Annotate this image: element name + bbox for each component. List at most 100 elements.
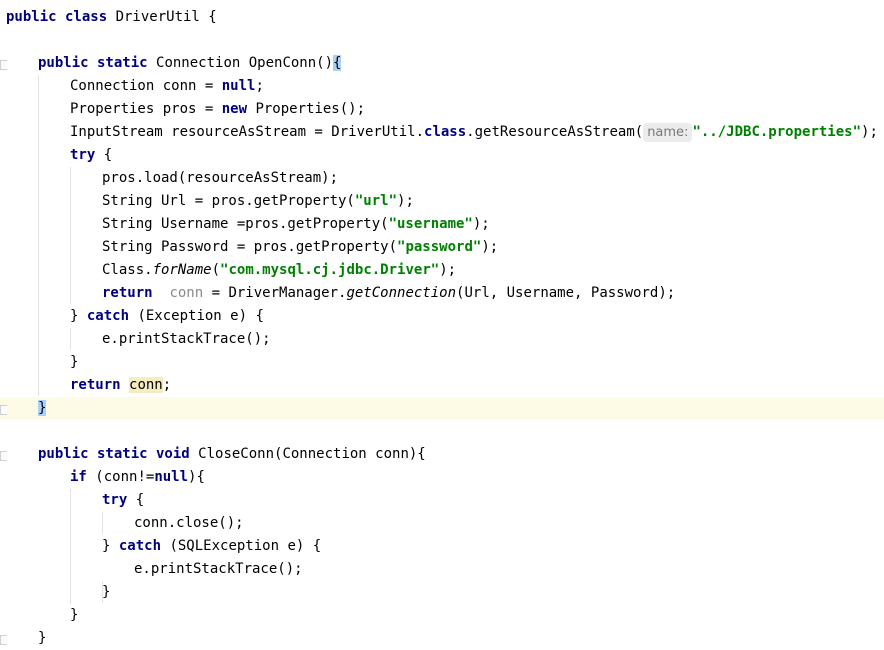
- code-line[interactable]: String Password = pros.getProperty("pass…: [0, 236, 884, 259]
- code-line[interactable]: public class DriverUtil {: [0, 6, 884, 29]
- code-token: );: [397, 193, 414, 209]
- code-token: Class.: [102, 262, 153, 278]
- code-token: "username": [388, 216, 473, 232]
- code-token: }: [70, 354, 79, 370]
- code-line[interactable]: Connection conn = null;: [0, 75, 884, 98]
- code-token: .getResourceAsStream(: [466, 124, 644, 140]
- code-token: "../JDBC.properties": [692, 124, 862, 140]
- indent-guide: [70, 328, 71, 350]
- code-text: return conn;: [70, 374, 171, 397]
- code-line[interactable]: InputStream resourceAsStream = DriverUti…: [0, 121, 884, 144]
- code-token: "url": [354, 193, 398, 209]
- code-text: Properties pros = new Properties();: [70, 98, 365, 121]
- code-token: e.printStackTrace();: [102, 331, 271, 347]
- code-editor[interactable]: public class DriverUtil { public static C…: [0, 0, 884, 650]
- code-token: (Exception e) {: [137, 308, 264, 324]
- fold-marker-icon[interactable]: [0, 635, 7, 645]
- code-text: String Password = pros.getProperty("pass…: [102, 236, 498, 259]
- code-line[interactable]: try {: [0, 489, 884, 512]
- code-line[interactable]: return conn;: [0, 374, 884, 397]
- code-text: if (conn!=null){: [70, 466, 205, 489]
- code-line[interactable]: e.printStackTrace();: [0, 328, 884, 351]
- code-line[interactable]: }: [0, 604, 884, 627]
- code-token: conn: [129, 377, 163, 393]
- fold-marker-icon[interactable]: [0, 60, 7, 70]
- code-token: "com.mysql.cj.jdbc.Driver": [220, 262, 440, 278]
- code-line[interactable]: }: [0, 351, 884, 374]
- code-line[interactable]: } catch (Exception e) {: [0, 305, 884, 328]
- code-token: InputStream resourceAsStream = DriverUti…: [70, 124, 425, 140]
- code-text: pros.load(resourceAsStream);: [102, 167, 338, 190]
- code-line-current[interactable]: }: [0, 397, 884, 420]
- code-token: ;: [255, 78, 264, 94]
- code-token: try: [102, 492, 136, 508]
- code-text: }: [70, 604, 78, 627]
- code-line[interactable]: String Url = pros.getProperty("url");: [0, 190, 884, 213]
- code-line[interactable]: try {: [0, 144, 884, 167]
- code-text: String Username =pros.getProperty("usern…: [102, 213, 490, 236]
- code-token: ){: [188, 469, 205, 485]
- code-token: Connection OpenConn(): [156, 55, 334, 71]
- indent-guide: [38, 75, 39, 396]
- code-token: conn.close();: [134, 515, 244, 531]
- code-token: }: [70, 308, 87, 324]
- code-line[interactable]: }: [0, 627, 884, 650]
- code-token: forName: [152, 262, 212, 278]
- code-token: }: [102, 584, 111, 600]
- code-line[interactable]: String Username =pros.getProperty("usern…: [0, 213, 884, 236]
- code-token: Connection conn =: [70, 78, 222, 94]
- code-token: }: [38, 630, 47, 646]
- code-text: }: [38, 627, 46, 650]
- code-line[interactable]: pros.load(resourceAsStream);: [0, 167, 884, 190]
- code-token: (Url, Username, Password);: [456, 285, 676, 301]
- code-token: catch: [118, 538, 170, 554]
- code-line[interactable]: [0, 29, 884, 52]
- code-text: Class.forName("com.mysql.cj.jdbc.Driver"…: [102, 259, 456, 282]
- code-token: );: [472, 216, 490, 232]
- code-token: class: [424, 124, 467, 140]
- code-token: try: [70, 147, 104, 163]
- code-token: {: [103, 147, 113, 163]
- code-line[interactable]: public static Connection OpenConn(){: [0, 52, 884, 75]
- code-line[interactable]: } catch (SQLException e) {: [0, 535, 884, 558]
- code-line[interactable]: [0, 420, 884, 443]
- code-text: }: [38, 397, 47, 420]
- code-line[interactable]: e.printStackTrace();: [0, 558, 884, 581]
- code-line[interactable]: }: [0, 581, 884, 604]
- code-text: InputStream resourceAsStream = DriverUti…: [70, 121, 878, 144]
- code-token: }: [38, 400, 47, 416]
- fold-marker-icon[interactable]: [0, 405, 7, 415]
- code-token: ;: [162, 377, 172, 393]
- code-token: public class: [6, 9, 116, 25]
- code-text: e.printStackTrace();: [134, 558, 303, 581]
- code-token: = DriverManager.: [203, 285, 347, 301]
- code-text: public static Connection OpenConn(){: [38, 52, 342, 75]
- code-token: );: [481, 239, 499, 255]
- code-line[interactable]: Properties pros = new Properties();: [0, 98, 884, 121]
- code-token: return: [102, 285, 170, 301]
- code-token: );: [861, 124, 878, 140]
- code-token: DriverUtil {: [115, 9, 217, 25]
- code-token: public static: [38, 55, 157, 71]
- indent-guide: [70, 489, 71, 604]
- code-token: e.printStackTrace();: [134, 561, 303, 577]
- code-token: }: [70, 607, 79, 623]
- code-text: e.printStackTrace();: [102, 328, 271, 351]
- code-token: if: [70, 469, 96, 485]
- code-line[interactable]: public static void CloseConn(Connection …: [0, 443, 884, 466]
- code-line[interactable]: if (conn!=null){: [0, 466, 884, 489]
- code-text: }: [102, 581, 110, 604]
- code-token: conn: [169, 285, 204, 301]
- parameter-hint: name:: [643, 123, 693, 142]
- code-token: );: [439, 262, 457, 278]
- code-line[interactable]: conn.close();: [0, 512, 884, 535]
- code-text: conn.close();: [134, 512, 244, 535]
- code-text: }: [70, 351, 78, 374]
- code-token: Properties pros =: [70, 101, 222, 117]
- code-line[interactable]: Class.forName("com.mysql.cj.jdbc.Driver"…: [0, 259, 884, 282]
- fold-marker-icon[interactable]: [0, 451, 7, 461]
- code-token: catch: [86, 308, 138, 324]
- code-text: try {: [102, 489, 144, 512]
- code-line[interactable]: return conn = DriverManager.getConnectio…: [0, 282, 884, 305]
- code-token: {: [135, 492, 145, 508]
